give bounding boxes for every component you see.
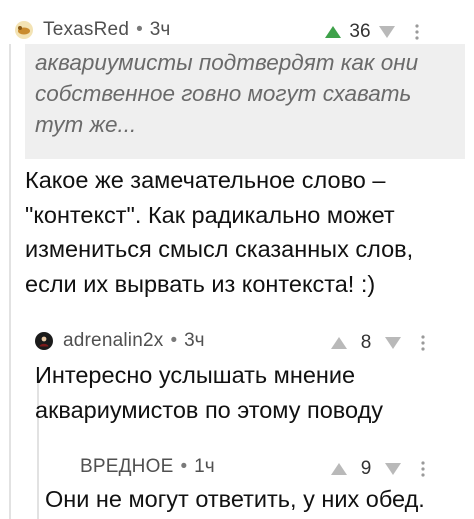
comment-header: ВРЕДНОЕ • 1ч — [80, 455, 215, 479]
downvote-icon[interactable] — [379, 26, 395, 38]
downvote-icon[interactable] — [385, 337, 401, 349]
vote-controls: 36 — [325, 20, 419, 44]
comment-header: TexasRed • 3ч — [15, 18, 170, 42]
rating-score: 8 — [360, 332, 372, 353]
separator-dot: • — [180, 456, 188, 477]
avatar[interactable] — [15, 21, 33, 39]
comment-header: adrenalin2x • 3ч — [35, 329, 205, 353]
upvote-icon[interactable] — [331, 463, 347, 475]
username[interactable]: TexasRed — [43, 19, 129, 41]
avatar[interactable] — [35, 332, 53, 350]
more-options-icon[interactable] — [421, 461, 425, 477]
rating-score: 36 — [349, 21, 371, 42]
timestamp: 3ч — [184, 330, 205, 351]
thread-line-level-1 — [9, 44, 11, 519]
rating-score: 9 — [360, 458, 372, 479]
timestamp: 1ч — [194, 456, 215, 477]
timestamp: 3ч — [149, 19, 171, 40]
comment-text: Интересно услышать мнение аквариумистов … — [35, 362, 384, 423]
username[interactable]: adrenalin2x — [63, 330, 163, 352]
comment-text: Какое же замечательное слово – "контекст… — [25, 167, 414, 297]
upvote-icon[interactable] — [325, 26, 341, 38]
quoted-text: аквариумисты подтвердят как они собствен… — [25, 44, 465, 159]
more-options-icon[interactable] — [421, 335, 425, 351]
more-options-icon[interactable] — [415, 24, 419, 40]
cow-avatar-icon — [18, 26, 30, 35]
username[interactable]: ВРЕДНОЕ — [80, 456, 173, 478]
separator-dot: • — [136, 19, 143, 40]
upvote-icon[interactable] — [331, 337, 347, 349]
downvote-icon[interactable] — [385, 463, 401, 475]
vote-controls: 9 — [331, 457, 425, 481]
person-avatar-icon — [39, 336, 49, 347]
comment-text: Они не могут ответить, у них обед. — [45, 486, 425, 512]
vote-controls: 8 — [331, 331, 425, 355]
separator-dot: • — [170, 330, 178, 351]
